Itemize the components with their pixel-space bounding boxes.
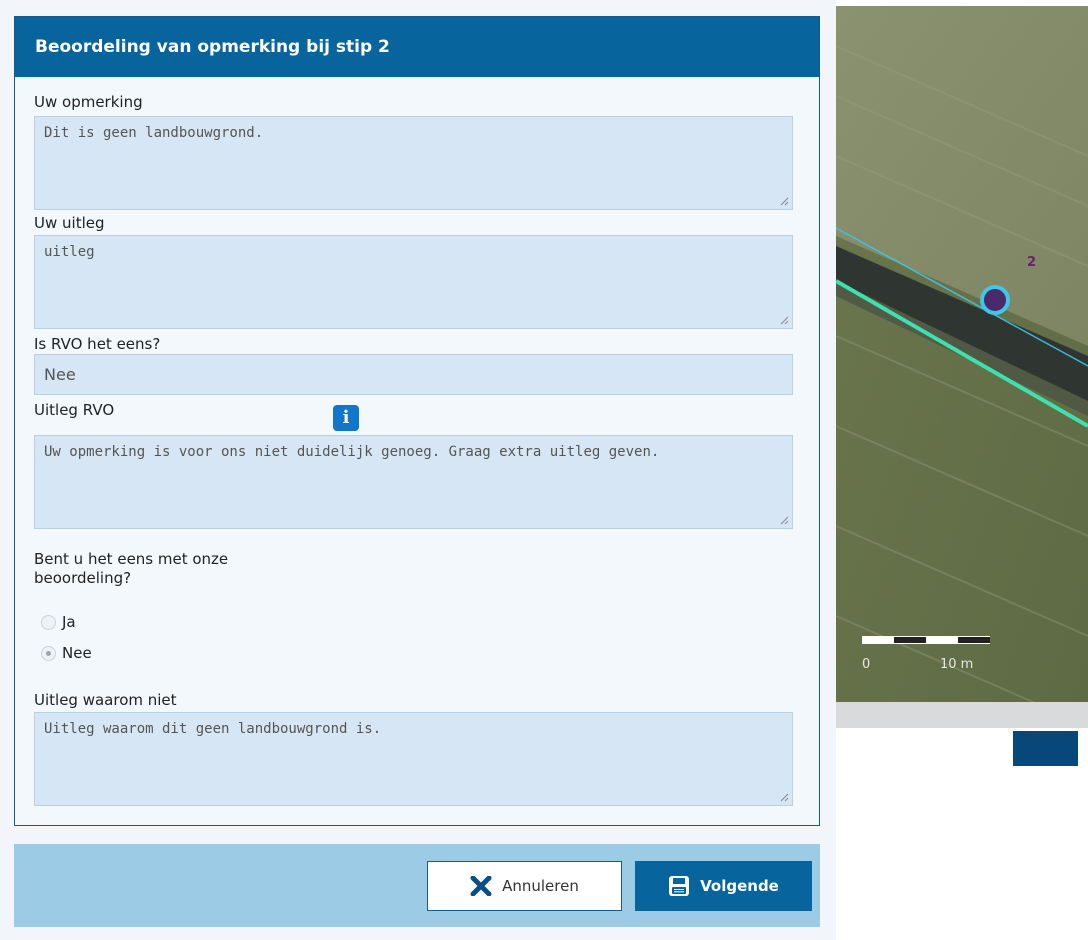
marker-label: 2 [1027,255,1037,270]
explanation-label: Uw uitleg [34,214,105,232]
resize-grip-icon[interactable] [779,315,789,325]
aerial-photo [836,6,1088,728]
rvo-agree-field: Nee [34,354,793,395]
explanation-text: uitleg [44,244,95,260]
close-x-icon [470,876,492,896]
why-not-textarea[interactable]: Uitleg waarom dit geen landbouwgrond is. [34,712,793,806]
remark-text: Dit is geen landbouwgrond. [44,125,264,141]
rvo-explanation-textarea: Uw opmerking is voor ons niet duidelijk … [34,435,793,529]
radio-ja[interactable] [41,614,56,630]
assessment-dialog: Beoordeling van opmerking bij stip 2 Uw … [14,16,820,826]
why-not-label: Uitleg waarom niet [34,691,177,709]
dialog-title: Beoordeling van opmerking bij stip 2 [15,17,819,77]
rvo-explanation-label: Uitleg RVO [34,401,115,419]
remark-label: Uw opmerking [34,93,143,111]
map-status-strip [836,702,1088,728]
map-button[interactable] [1013,731,1078,766]
radio-nee[interactable] [41,645,56,661]
agreement-question-line1: Bent u het eens met onze [34,550,229,568]
point-marker-icon[interactable] [978,283,1012,317]
agreement-question-line2: beoordeling? [34,569,132,587]
save-disk-icon [669,876,690,896]
remark-textarea[interactable]: Dit is geen landbouwgrond. [34,116,793,210]
aerial-map[interactable] [836,6,1088,728]
explanation-textarea[interactable]: uitleg [34,235,793,329]
agreement-question: Bent u het eens met onze beoordeling? [34,550,228,588]
scale-end-label: 10 m [940,657,974,672]
next-button[interactable]: Volgende [635,861,812,911]
radio-option-nee[interactable]: Nee [41,644,92,662]
resize-grip-icon[interactable] [779,792,789,802]
next-button-label: Volgende [700,877,779,895]
cancel-button[interactable]: Annuleren [427,861,622,911]
scale-bar [862,636,990,644]
radio-nee-label[interactable]: Nee [62,644,92,662]
radio-option-ja[interactable]: Ja [41,613,76,631]
cancel-button-label: Annuleren [502,877,579,895]
dialog-footer: Annuleren Volgende [14,844,820,927]
resize-grip-icon[interactable] [779,515,789,525]
info-icon[interactable]: i [333,405,359,431]
scale-start-label: 0 [862,657,871,672]
form-panel-background: Beoordeling van opmerking bij stip 2 Uw … [0,0,836,940]
rvo-agree-label: Is RVO het eens? [34,335,161,353]
resize-grip-icon[interactable] [779,196,789,206]
radio-ja-label[interactable]: Ja [62,613,76,631]
rvo-explanation-text: Uw opmerking is voor ons niet duidelijk … [44,444,660,460]
why-not-text: Uitleg waarom dit geen landbouwgrond is. [44,721,382,737]
